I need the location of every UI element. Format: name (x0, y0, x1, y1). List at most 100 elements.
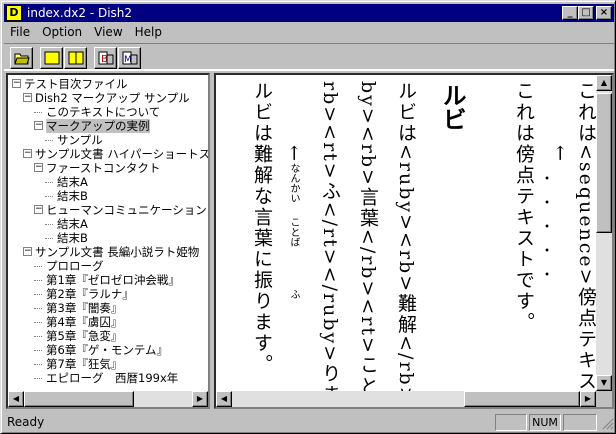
ruby-annotation-2: ことば (288, 217, 299, 247)
tree-connector (34, 266, 42, 267)
text-layout-button[interactable]: B (94, 47, 117, 69)
app-icon[interactable]: D (6, 5, 22, 21)
scroll-corner (596, 391, 612, 407)
text-column-1: これは<sequence>傍点テキスト (575, 81, 597, 409)
tree-connector (34, 294, 42, 295)
tree-item[interactable]: ファーストコンタクト (46, 161, 160, 175)
single-pane-button[interactable] (40, 47, 63, 69)
status-panel-caps (495, 414, 527, 431)
minimize-button[interactable]: _ (562, 6, 578, 20)
tree-item[interactable]: ヒューマンコミュニケーション (46, 203, 207, 217)
window-title: index.dx2 - Dish2 (27, 6, 133, 20)
document-view[interactable]: これは<sequence>傍点テキスト これは傍点テキストです。 ・・・・・ ←… (214, 73, 614, 409)
tree-connector (34, 378, 42, 379)
text-column-4: by><rb>言葉</rb><rt>ことば</ (357, 81, 379, 409)
tree-expander-icon[interactable]: − (12, 79, 21, 88)
tree-item[interactable]: 第2章『ラルナ』 (46, 287, 134, 301)
tree-scroll-track[interactable] (24, 391, 192, 407)
tree-connector (45, 196, 53, 197)
folder-open-icon (13, 53, 30, 65)
status-panel-num: NUM (529, 414, 561, 431)
tree-item[interactable]: 第5章『急変』 (46, 329, 122, 343)
arrow-indicator-1: ← (549, 145, 571, 163)
toolbar: B M (4, 43, 614, 71)
menu-view[interactable]: View (88, 25, 128, 39)
tree-item[interactable]: 第1章『ゼロゼロ沖会戦』 (46, 273, 180, 287)
tree-item[interactable]: サンプル文書 ハイパーショートス (35, 147, 208, 161)
tree-item[interactable]: プロローグ (46, 259, 104, 273)
emphasis-dots: ・・・・・ (538, 171, 554, 291)
tree-item[interactable]: テスト目次ファイル (24, 77, 128, 91)
text-column-5: rb><rt>ふ</rt></ruby>ります。 (319, 81, 341, 409)
scroll-left-arrow-icon[interactable]: ◀ (216, 391, 232, 407)
ruby-annotation-1: なんかい (288, 163, 299, 203)
tree-connector (34, 112, 42, 113)
size-grip-icon[interactable] (602, 418, 614, 430)
tree-scroll-thumb[interactable] (24, 391, 134, 407)
tree-connector (34, 364, 42, 365)
menu-bar: File Option View Help (4, 23, 168, 41)
tree-item[interactable]: 第7章『狂気』 (46, 357, 122, 371)
tree-expander-icon[interactable]: − (34, 163, 43, 172)
tree-expander-icon[interactable]: − (23, 247, 32, 256)
status-bar: Ready NUM (4, 412, 614, 432)
maximize-button[interactable]: □ (578, 6, 594, 20)
text-column-3: ルビは<ruby><rb>難解</rb><rt (395, 81, 417, 409)
tree-connector (45, 182, 53, 183)
tree-item[interactable]: Dish2 マークアップ サンプル (35, 91, 190, 105)
tree-connector (34, 350, 42, 351)
status-panel-scrl (563, 414, 597, 431)
text-column-2: これは傍点テキストです。 (513, 81, 535, 333)
tree-expander-icon[interactable]: − (23, 93, 32, 102)
tree-connector (45, 140, 53, 141)
tree-item[interactable]: 第3章『闇奏』 (46, 301, 122, 315)
menu-help[interactable]: Help (129, 25, 168, 39)
menu-option[interactable]: Option (36, 25, 88, 39)
ruby-annotation-3: ふ (288, 289, 299, 299)
document-scroll-track[interactable] (232, 391, 580, 407)
tree-expander-icon[interactable]: − (23, 149, 32, 158)
title-bar[interactable]: D index.dx2 - Dish2 _ □ × (4, 4, 614, 22)
tree-expander-icon[interactable]: − (34, 205, 43, 214)
document-vertical-scrollbar[interactable]: ▲ ▼ (596, 75, 612, 391)
tree-connector (34, 280, 42, 281)
scroll-right-arrow-icon[interactable]: ▶ (192, 391, 208, 407)
document-hscroll-thumb[interactable] (464, 391, 580, 407)
tree-item[interactable]: このテキストについて (46, 105, 160, 119)
tree-connector (34, 322, 42, 323)
tree-pane[interactable]: − テスト目次ファイル − Dish2 マークアップ サンプル このテキストについて − マ… (6, 73, 210, 409)
tree-connector (34, 336, 42, 337)
dual-pane-button[interactable] (64, 47, 87, 69)
tree-item[interactable]: エピローグ 西暦199x年 (46, 371, 178, 385)
close-button[interactable]: × (596, 6, 612, 20)
tree-item[interactable]: サンプル (57, 133, 103, 147)
section-heading-ruby: ルビ (438, 83, 466, 131)
app-window: D index.dx2 - Dish2 _ □ × File Option Vi… (0, 0, 616, 434)
tree-horizontal-scrollbar[interactable]: ◀ ▶ (8, 391, 208, 407)
menu-file[interactable]: File (4, 25, 36, 39)
tree-connector (45, 238, 53, 239)
tree-item[interactable]: 結末B (57, 231, 88, 245)
markup-view-icon: M (122, 51, 137, 65)
status-text: Ready (7, 415, 45, 429)
markup-view-button[interactable]: M (118, 47, 141, 69)
scroll-up-arrow-icon[interactable]: ▲ (596, 75, 612, 91)
tree-item[interactable]: 結末A (57, 175, 88, 189)
tree-item[interactable]: マークアップの実例 (46, 119, 150, 133)
tree-item[interactable]: サンプル文書 長編小説ラト姫物 (35, 245, 199, 259)
arrow-indicator-2: ← (283, 145, 305, 163)
tree-expander-icon[interactable]: − (34, 121, 43, 130)
tree-item[interactable]: 第4章『虜囚』 (46, 315, 122, 329)
scroll-left-arrow-icon[interactable]: ◀ (8, 391, 24, 407)
tree-item[interactable]: 結末B (57, 189, 88, 203)
tree-item[interactable]: 結末A (57, 217, 88, 231)
scroll-right-arrow-icon[interactable]: ▶ (580, 391, 596, 407)
tree-connector (34, 308, 42, 309)
document-horizontal-scrollbar[interactable]: ◀ ▶ (216, 391, 596, 407)
text-layout-icon: B (98, 51, 113, 65)
document-vscroll-thumb[interactable] (596, 93, 612, 233)
tree-item[interactable]: 第6章『ゲ・モンテム』 (46, 343, 168, 357)
toc-tree[interactable]: − テスト目次ファイル − Dish2 マークアップ サンプル このテキストについて − マ… (8, 75, 208, 391)
open-folder-button[interactable] (10, 47, 33, 69)
scroll-down-arrow-icon[interactable]: ▼ (596, 375, 612, 391)
